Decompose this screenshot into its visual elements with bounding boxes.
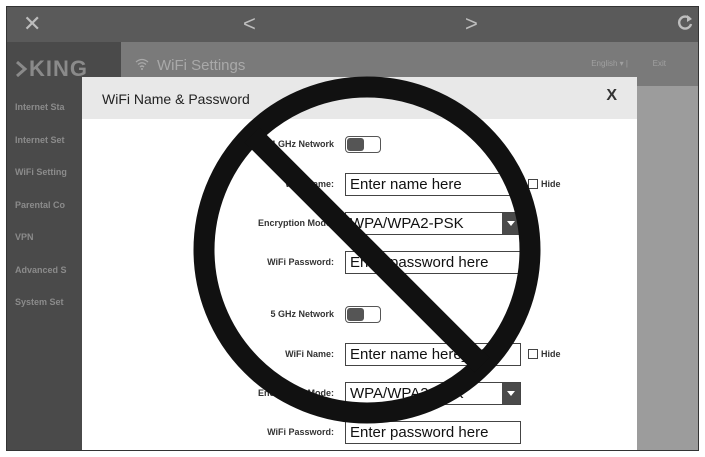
chevron-down-icon — [502, 213, 520, 234]
wifi-password-5-input[interactable]: Enter password here — [345, 421, 521, 444]
encryption-5-select[interactable]: WPA/WPA2-PSK — [345, 382, 521, 405]
wifi-name-24-label: WiFi Name: — [285, 179, 334, 189]
sidebar-menu: Internet Sta Internet Set WiFi Setting P… — [15, 102, 67, 330]
language-selector[interactable]: English ▾ | — [591, 59, 628, 68]
wifi-name-5-label: WiFi Name: — [285, 349, 334, 359]
wifi-name-5-input[interactable]: Enter name here_5G — [345, 343, 521, 366]
wifi-name-24-input[interactable]: Enter name here — [345, 173, 521, 196]
network-24ghz-toggle[interactable] — [345, 136, 381, 153]
app-window: ✕ < > KING Internet Sta Internet Set WiF… — [6, 6, 699, 451]
wifi-password-24-label: WiFi Password: — [267, 257, 334, 267]
forward-icon[interactable]: > — [465, 11, 478, 37]
sidebar-item-parental-controls[interactable]: Parental Co — [15, 200, 67, 233]
dialog-header: WiFi Name & Password X — [82, 77, 637, 119]
chevron-down-icon — [502, 383, 520, 404]
network-24ghz-label: 2.4 GHz Network — [262, 139, 334, 149]
refresh-icon[interactable] — [675, 13, 695, 33]
sidebar-item-system-settings[interactable]: System Set — [15, 297, 67, 330]
wifi-icon — [135, 58, 149, 73]
close-icon[interactable]: ✕ — [23, 11, 41, 37]
sidebar-item-wifi-settings[interactable]: WiFi Setting — [15, 167, 67, 200]
encryption-24-value: WPA/WPA2-PSK — [350, 215, 464, 232]
hide-5-label: Hide — [541, 349, 561, 359]
encryption-24-select[interactable]: WPA/WPA2-PSK — [345, 212, 521, 235]
encryption-5-value: WPA/WPA2-PSK — [350, 385, 464, 402]
sidebar-item-internet-status[interactable]: Internet Sta — [15, 102, 67, 135]
exit-link[interactable]: Exit — [653, 59, 666, 68]
logo-chevron-icon — [16, 60, 28, 78]
sidebar-item-internet-settings[interactable]: Internet Set — [15, 135, 67, 168]
dialog-title: WiFi Name & Password — [102, 91, 250, 107]
network-5ghz-toggle[interactable] — [345, 306, 381, 323]
king-logo: KING — [15, 56, 88, 82]
page-title: WiFi Settings — [157, 57, 246, 74]
network-5ghz-label: 5 GHz Network — [270, 309, 334, 319]
sidebar-item-advanced-settings[interactable]: Advanced S — [15, 265, 67, 298]
dialog-close-button[interactable]: X — [606, 87, 617, 105]
hide-5-checkbox[interactable] — [528, 349, 538, 359]
hide-24-checkbox[interactable] — [528, 179, 538, 189]
browser-toolbar: ✕ < > — [7, 7, 698, 42]
wifi-password-24-input[interactable]: Enter password here — [345, 251, 521, 274]
encryption-24-label: Encryption Mode: — [258, 218, 334, 228]
encryption-5-label: Encryption Mode: — [258, 388, 334, 398]
wifi-name-password-dialog: WiFi Name & Password X 2.4 GHz Network W… — [82, 77, 637, 450]
sidebar-item-vpn[interactable]: VPN — [15, 232, 67, 265]
wifi-password-5-label: WiFi Password: — [267, 427, 334, 437]
back-icon[interactable]: < — [243, 11, 256, 37]
hide-24-label: Hide — [541, 179, 561, 189]
